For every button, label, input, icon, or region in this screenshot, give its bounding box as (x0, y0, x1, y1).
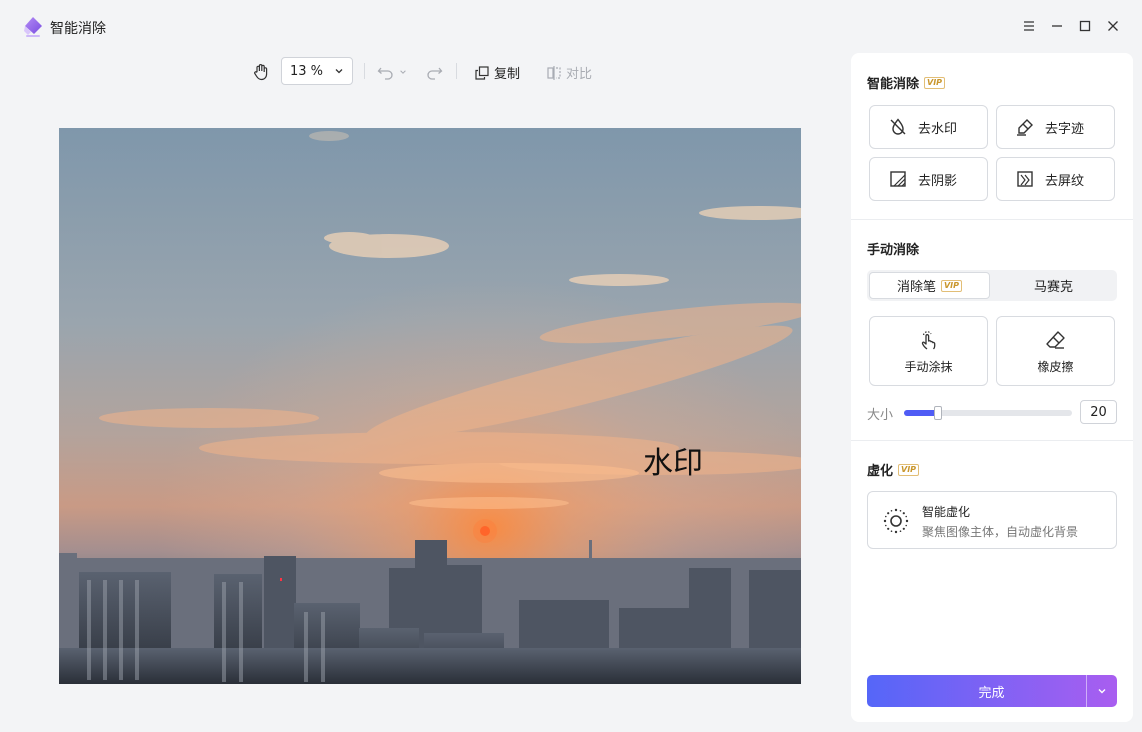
maximize-icon (1079, 20, 1091, 32)
menu-button[interactable] (1020, 17, 1038, 35)
zoom-value: 13 % (290, 63, 324, 79)
watermark-drop-slash-icon (890, 118, 906, 135)
close-icon (1108, 21, 1118, 31)
minimize-button[interactable] (1048, 17, 1066, 35)
undo-button[interactable] (377, 63, 407, 81)
section-divider (851, 440, 1133, 441)
manual-paint-button[interactable]: 手动涂抹 (869, 316, 988, 386)
remove-shadow-button[interactable]: 去阴影 (869, 157, 988, 201)
zoom-select[interactable]: 13 % (281, 57, 353, 85)
vip-badge: VIP (940, 279, 963, 292)
chevron-down-icon (400, 70, 406, 74)
remove-watermark-button[interactable]: 去水印 (869, 105, 988, 149)
maximize-button[interactable] (1076, 17, 1094, 35)
eraser-pen-icon (1017, 119, 1033, 136)
remove-handwriting-button[interactable]: 去字迹 (996, 105, 1115, 149)
section-divider (851, 219, 1133, 220)
slider-handle[interactable] (934, 406, 942, 420)
copy-icon (475, 65, 489, 80)
brush-mode-tabs: 消除笔 VIP 马赛克 (867, 270, 1117, 301)
shadow-hatch-icon (890, 171, 906, 187)
vip-badge: VIP (898, 463, 920, 476)
sunset-city-photo (59, 128, 801, 684)
minimize-icon (1052, 25, 1062, 27)
copy-label: 复制 (494, 67, 521, 82)
slider-fill (904, 410, 938, 416)
canvas-toolbar: 13 % 复制 对比 (0, 54, 850, 90)
smart-remove-title: 智能消除 VIP (867, 73, 946, 92)
remove-moire-button[interactable]: 去屏纹 (996, 157, 1115, 201)
redo-icon (427, 67, 443, 80)
hamburger-menu-icon (1024, 21, 1034, 31)
compare-label: 对比 (566, 67, 593, 82)
done-label: 完成 (978, 685, 1005, 701)
toolbar-divider (456, 63, 457, 79)
done-button[interactable]: 完成 (867, 675, 1117, 707)
pan-hand-button[interactable] (251, 62, 271, 82)
blur-focus-icon (883, 508, 909, 534)
app-logo-icon (24, 17, 42, 37)
toolbar-divider (364, 63, 365, 79)
brush-size-slider[interactable] (904, 406, 1072, 420)
chevron-down-icon (1098, 689, 1106, 694)
brush-size-input[interactable]: 20 (1080, 400, 1117, 424)
tab-mosaic[interactable]: 马赛克 (992, 272, 1115, 299)
eraser-icon (1045, 330, 1065, 349)
blur-title: 虚化 VIP (867, 460, 920, 479)
watermark-text[interactable]: 水印 (643, 438, 703, 482)
undo-icon (377, 67, 393, 80)
tab-eraser-pen[interactable]: 消除笔 VIP (869, 272, 990, 299)
vip-badge: VIP (924, 76, 946, 89)
photo-canvas[interactable] (59, 128, 801, 684)
moire-pattern-icon (1017, 171, 1033, 187)
eraser-button[interactable]: 橡皮擦 (996, 316, 1115, 386)
brush-size-label: 大小 (867, 408, 894, 423)
manual-remove-title: 手动消除 (867, 243, 920, 258)
redo-button[interactable] (425, 63, 443, 81)
compare-icon (547, 65, 561, 80)
chevron-down-icon (335, 69, 343, 74)
finger-tap-icon (921, 330, 935, 350)
title-bar: 智能消除 (0, 0, 1142, 52)
done-dropdown-button[interactable] (1086, 675, 1117, 707)
smart-blur-title: 智能虚化 (922, 505, 971, 519)
hand-icon (254, 64, 268, 81)
smart-blur-card[interactable]: 智能虚化 聚焦图像主体，自动虚化背景 (867, 491, 1117, 549)
tools-panel: 智能消除 VIP 去水印 去字迹 去阴影 去屏纹 手动消除 消除笔 VIP 马赛… (851, 53, 1133, 722)
copy-button[interactable]: 复制 (474, 63, 520, 82)
close-button[interactable] (1104, 17, 1122, 35)
smart-blur-description: 聚焦图像主体，自动虚化背景 (922, 525, 1079, 539)
app-title: 智能消除 (50, 21, 106, 37)
compare-button[interactable]: 对比 (546, 63, 592, 82)
